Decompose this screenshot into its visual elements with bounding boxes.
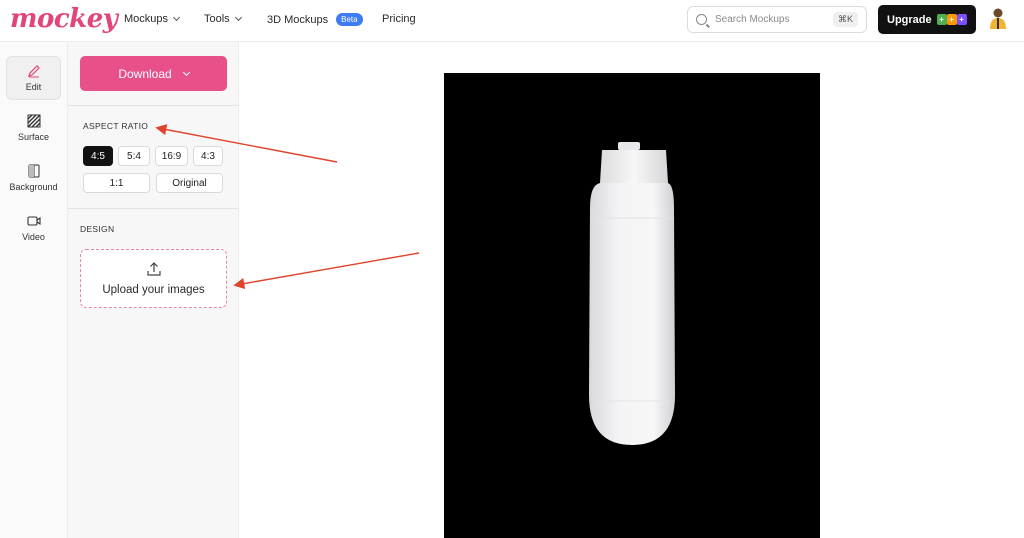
annotation-arrows bbox=[155, 124, 420, 290]
annotation-arrow-upload bbox=[233, 252, 420, 290]
annotation-arrow-aspect-ratio bbox=[155, 124, 338, 163]
mockup-editor-page: mockey Mockups Tools 3D Mockups Beta Pri… bbox=[0, 0, 1024, 538]
